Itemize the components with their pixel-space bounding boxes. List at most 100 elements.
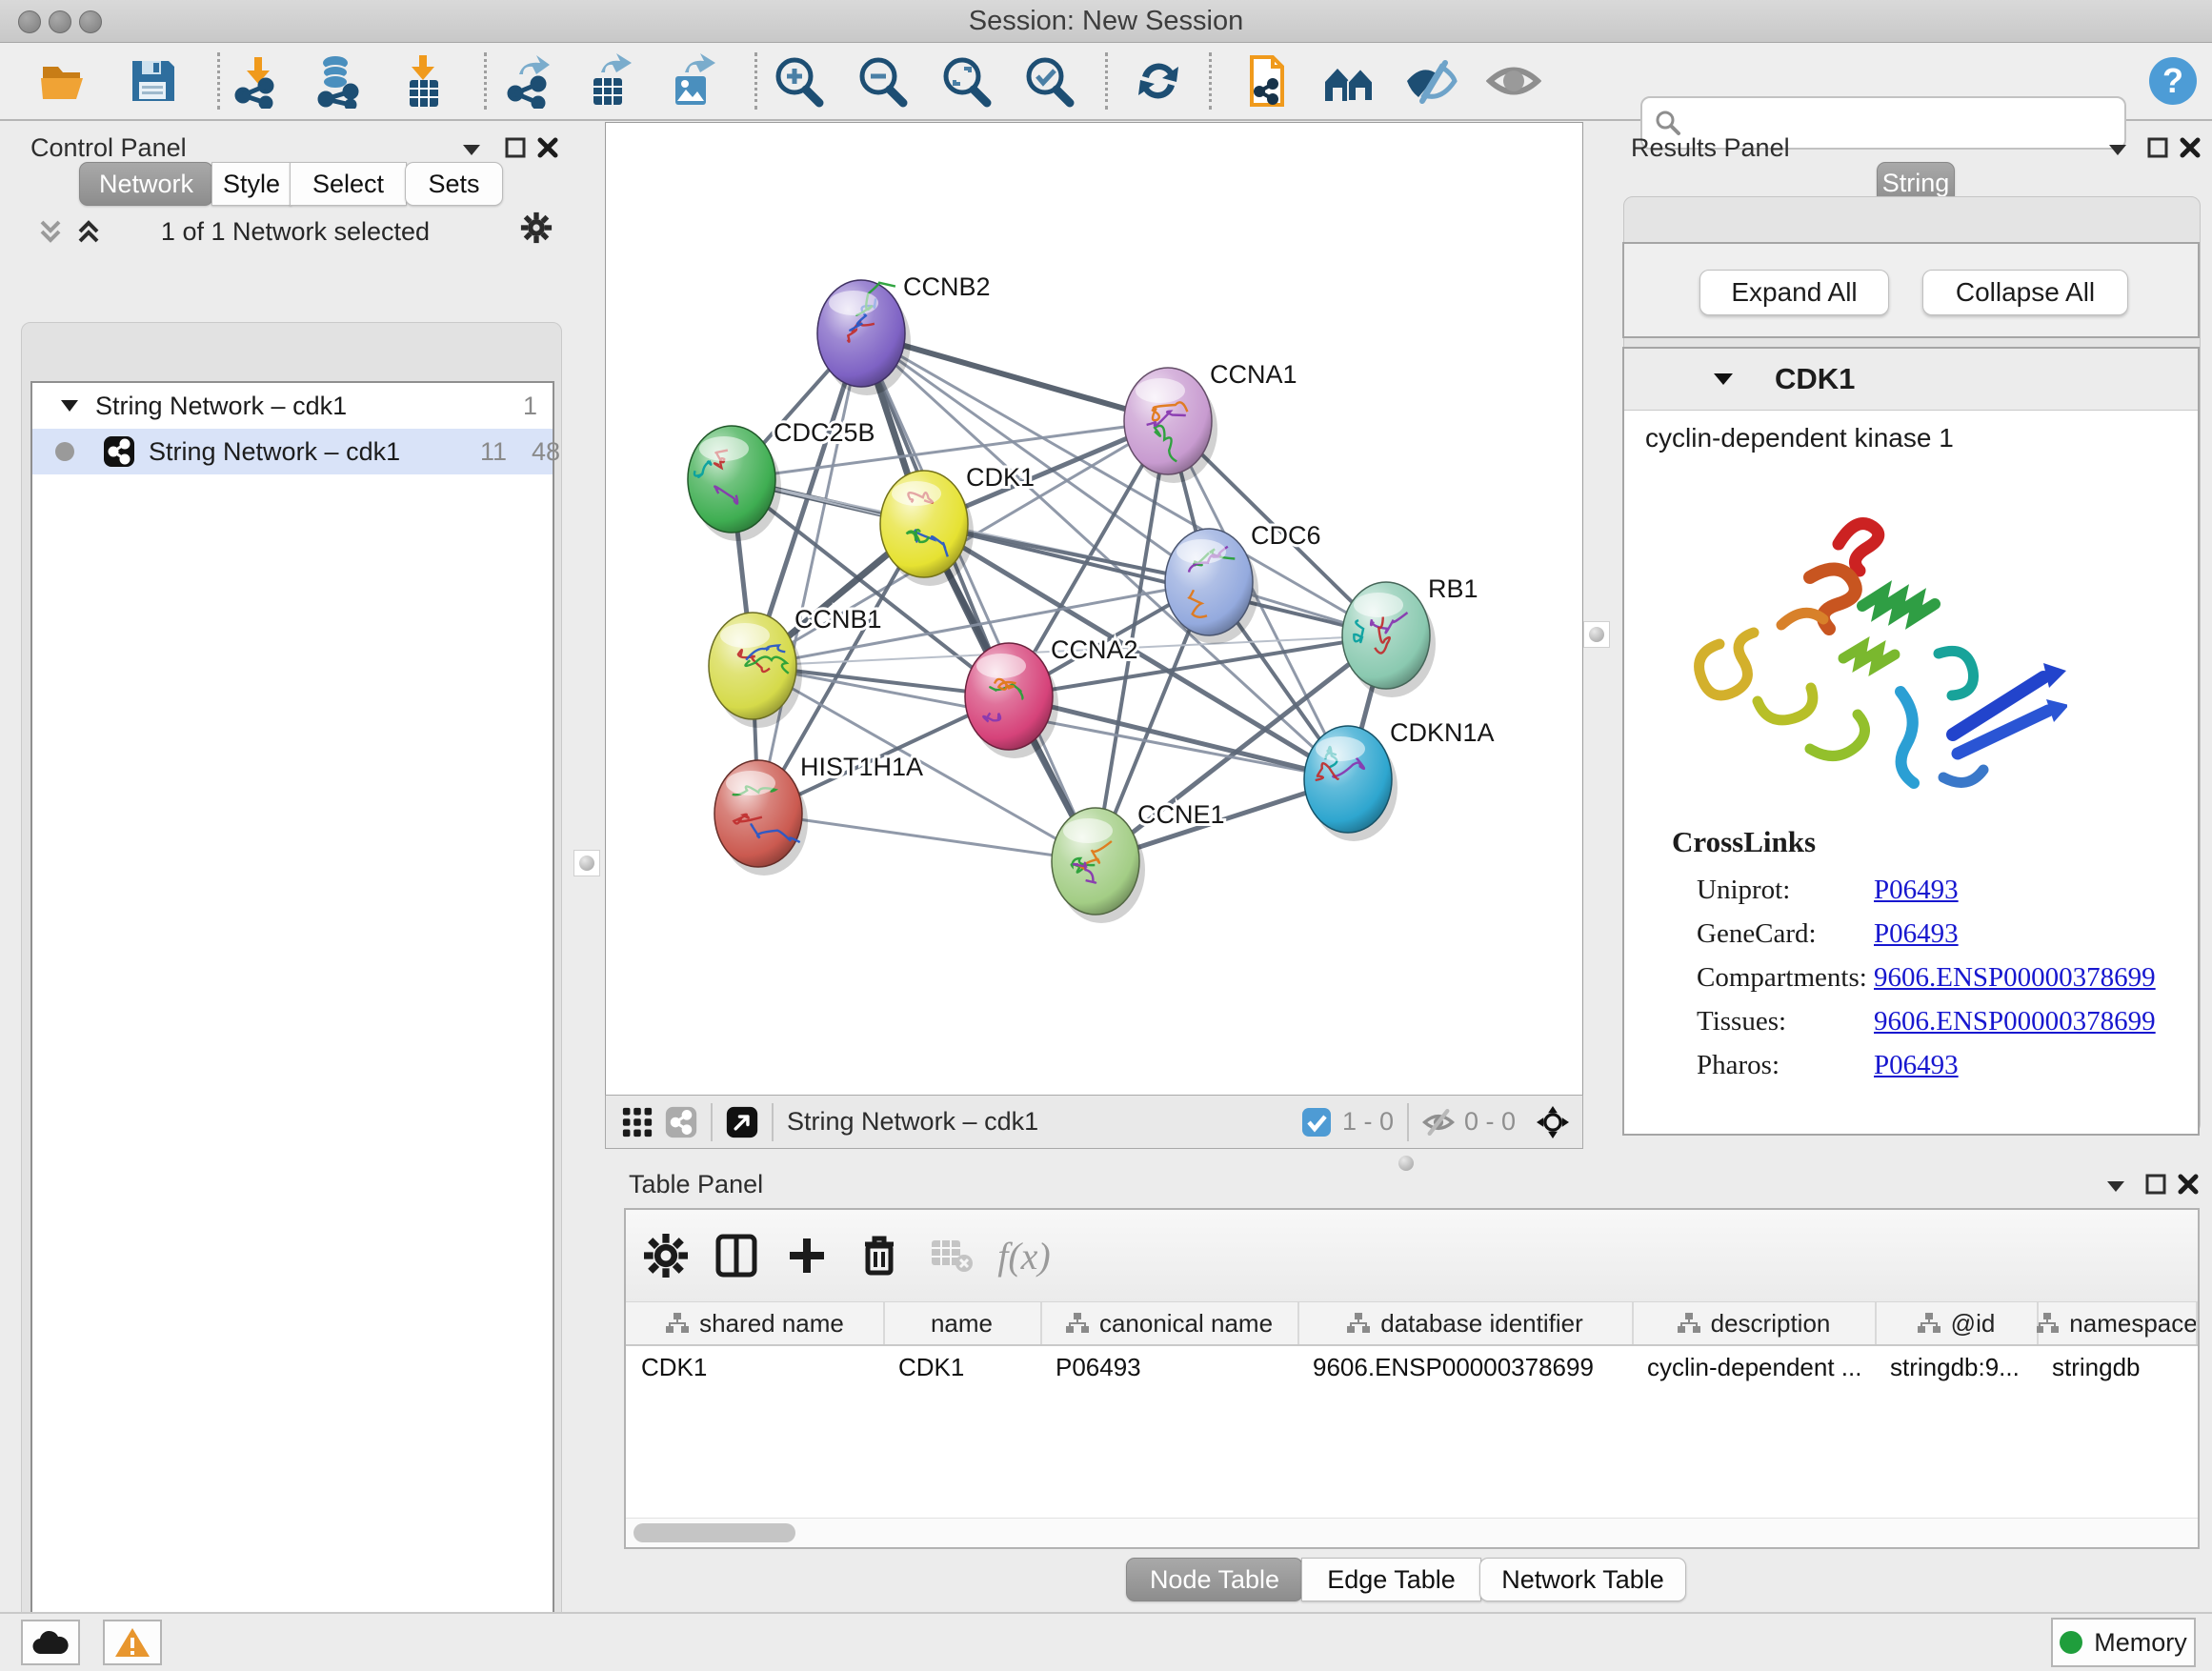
cloud-status-button[interactable] (21, 1620, 80, 1665)
collection-expander-icon[interactable] (59, 398, 80, 413)
selected-checkbox-icon[interactable] (1300, 1106, 1333, 1138)
table-horizontal-scrollbar[interactable] (626, 1518, 2198, 1547)
collection-count: 1 (523, 392, 537, 421)
import-network-database-icon[interactable] (307, 50, 370, 111)
column-header-canonical-name[interactable]: canonical name (1040, 1302, 1299, 1344)
zoom-selected-icon[interactable] (1018, 50, 1081, 111)
column-header-database-identifier[interactable]: database identifier (1297, 1302, 1634, 1344)
help-icon[interactable]: ? (2142, 50, 2204, 111)
svg-text:?: ? (2162, 61, 2183, 100)
export-table-file-icon[interactable] (578, 50, 641, 111)
zoom-fit-content-icon[interactable] (935, 50, 998, 111)
tab-sets[interactable]: Sets (405, 162, 503, 206)
show-columns-icon[interactable] (708, 1227, 765, 1284)
results-panel-float-icon[interactable] (2142, 131, 2174, 164)
add-column-icon[interactable] (778, 1227, 835, 1284)
network-thumbnail-icon[interactable] (665, 1106, 697, 1138)
string-home-icon[interactable] (1317, 50, 1380, 111)
tissues-link[interactable]: 9606.ENSP00000378699 (1874, 1006, 2156, 1037)
tab-select[interactable]: Select (290, 162, 407, 206)
hidden-eye-icon[interactable] (1422, 1106, 1455, 1138)
control-panel-close-icon[interactable] (532, 131, 564, 164)
open-session-icon[interactable] (33, 50, 96, 111)
table-cell[interactable]: cyclin-dependent ... (1647, 1346, 1873, 1388)
table-settings-gear-icon[interactable] (637, 1227, 694, 1284)
delete-column-icon[interactable] (851, 1227, 908, 1284)
uniprot-link[interactable]: P06493 (1874, 875, 1959, 906)
function-builder-icon[interactable]: f(x) (995, 1227, 1053, 1284)
sort-column-icon (1677, 1311, 1701, 1336)
column-header--id[interactable]: @id (1875, 1302, 2039, 1344)
table-panel-float-icon[interactable] (2140, 1168, 2172, 1200)
table-cell[interactable]: stringdb:9... (1890, 1346, 2035, 1388)
results-panel-menu-icon[interactable] (2101, 133, 2134, 166)
column-header-namespace[interactable]: namespace (2037, 1302, 2198, 1344)
table-panel-menu-icon[interactable] (2100, 1170, 2132, 1202)
column-header-name[interactable]: name (883, 1302, 1042, 1344)
detach-view-icon[interactable] (726, 1106, 758, 1138)
table-cell[interactable]: P06493 (1056, 1346, 1296, 1388)
show-all-icon[interactable] (1482, 50, 1545, 111)
grid-view-icon[interactable] (621, 1106, 654, 1138)
network-node-CCNA2[interactable]: CCNA2 (965, 635, 1138, 758)
zoom-in-icon[interactable] (768, 50, 831, 111)
network-node-HIST1H1A[interactable]: HIST1H1A (714, 753, 923, 876)
scrollbar-thumb[interactable] (633, 1523, 795, 1542)
tab-style[interactable]: Style (211, 162, 292, 206)
genecard-link[interactable]: P06493 (1874, 918, 1959, 950)
network-node-CDC25B[interactable]: CDC25B (688, 418, 875, 541)
hide-selected-icon[interactable] (1399, 50, 1462, 111)
delete-table-icon[interactable] (923, 1227, 980, 1284)
table-cell[interactable]: CDK1 (898, 1346, 1038, 1388)
collapse-all-button[interactable]: Collapse All (1922, 270, 2128, 315)
network-node-CCNE1[interactable]: CCNE1 (1052, 800, 1225, 923)
export-image-file-icon[interactable] (660, 50, 723, 111)
share-document-icon[interactable] (1235, 50, 1297, 111)
network-node-RB1[interactable]: RB1 (1342, 574, 1478, 697)
network-node-CDKN1A[interactable]: CDKN1A (1304, 718, 1495, 841)
node-label: CDC6 (1251, 521, 1321, 550)
pharos-link[interactable]: P06493 (1874, 1050, 1959, 1081)
result-card-header[interactable]: CDK1 (1624, 349, 2198, 411)
memory-status-dot (2060, 1631, 2082, 1654)
network-node-CDC6[interactable]: CDC6 (1165, 521, 1321, 644)
table-panel-close-icon[interactable] (2172, 1168, 2204, 1200)
tab-network[interactable]: Network (79, 162, 213, 206)
zoom-out-icon[interactable] (852, 50, 915, 111)
right-splitter-handle[interactable] (1583, 621, 1610, 648)
results-panel-close-icon[interactable] (2174, 131, 2206, 164)
network-node-CCNB2[interactable]: CCNB2 (817, 272, 991, 395)
column-header-shared-name[interactable]: shared name (626, 1302, 885, 1344)
control-panel-menu-icon[interactable] (455, 133, 488, 166)
warning-status-button[interactable] (103, 1620, 162, 1665)
tab-node-table[interactable]: Node Table (1126, 1558, 1303, 1601)
import-network-file-icon[interactable] (226, 50, 289, 111)
table-cell[interactable]: CDK1 (641, 1346, 881, 1388)
table-row[interactable]: CDK1 CDK1 P06493 9606.ENSP00000378699 cyclin… (626, 1346, 2198, 1388)
network-options-gear-icon[interactable] (520, 211, 553, 244)
save-session-icon[interactable] (121, 50, 184, 111)
memory-button[interactable]: Memory (2051, 1618, 2196, 1667)
tab-network-table[interactable]: Network Table (1479, 1558, 1686, 1601)
left-splitter-handle[interactable] (573, 850, 600, 876)
control-panel-float-icon[interactable] (499, 131, 532, 164)
expand-all-networks-icon[interactable] (72, 215, 105, 248)
network-row[interactable]: String Network – cdk1 11 48 (32, 429, 553, 474)
export-network-file-icon[interactable] (498, 50, 561, 111)
tab-edge-table[interactable]: Edge Table (1301, 1558, 1481, 1601)
network-canvas[interactable]: CCNB2CCNA1CDC25BCDK1CDC6RB1CCNB1CCNA2CDK… (605, 122, 1583, 1096)
column-header-description[interactable]: description (1632, 1302, 1877, 1344)
compartments-link[interactable]: 9606.ENSP00000378699 (1874, 962, 2156, 994)
table-cell[interactable]: stringdb (2052, 1346, 2194, 1388)
result-expander-icon[interactable] (1712, 372, 1735, 387)
collapse-all-networks-icon[interactable] (34, 215, 67, 248)
import-table-file-icon[interactable] (392, 50, 455, 111)
network-collection-row[interactable]: String Network – cdk1 1 (32, 383, 553, 429)
birds-eye-view-icon[interactable] (1537, 1106, 1569, 1138)
refresh-view-icon[interactable] (1127, 50, 1190, 111)
table-cell[interactable]: 9606.ENSP00000378699 (1313, 1346, 1630, 1388)
cdk1-result-card: CDK1 cyclin-dependent kinase 1 (1622, 347, 2200, 1136)
expand-all-button[interactable]: Expand All (1699, 270, 1889, 315)
network-node-CCNB1[interactable]: CCNB1 (709, 605, 882, 728)
network-node-CDK1[interactable]: CDK1 (880, 463, 1035, 586)
